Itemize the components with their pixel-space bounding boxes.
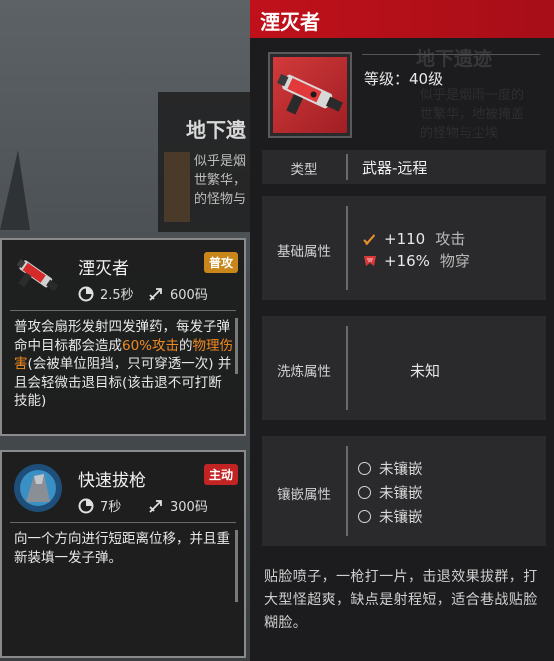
cooldown-icon	[78, 286, 94, 301]
skill-card-quick-draw[interactable]: 快速拔枪 主动 7秒 300码 向一个方向进行短距离位移，并且重新装填一发子弹。	[0, 450, 246, 658]
attack-unit: 攻击	[435, 230, 466, 248]
item-flavor-text: 贴脸喷子，一枪打一片，击退效果拔群，打大型怪超爽，缺点是射程短，适合巷战贴脸糊脸…	[264, 569, 538, 631]
refine-attr-label: 洗炼属性	[277, 364, 331, 380]
ghost-background-text: 似乎是烟雨一度的 世繁华，地被掩盖 的怪物与尘埃	[420, 86, 524, 143]
desc-text: 的	[179, 337, 193, 354]
skill-name: 快速拔枪	[78, 471, 146, 490]
skill-type-badge: 主动	[203, 464, 238, 485]
divider	[10, 310, 236, 311]
range-stat: 300码	[148, 496, 208, 515]
range-stat: 600码	[148, 284, 208, 303]
bg-line: 世繁华，	[194, 173, 247, 188]
skill-description: 普攻会扇形发射四发弹药，每发子弹命中目标都会造成60%攻击的物理伤害(会被单位阻…	[14, 318, 234, 411]
desc-highlight: 60%攻击	[122, 337, 180, 354]
background-location-text: 似乎是烟 世繁华， 的怪物与	[194, 152, 254, 209]
row-separator	[346, 326, 348, 410]
item-level: 等级：40级	[364, 70, 444, 88]
divider	[10, 522, 236, 523]
slot-label: 未镶嵌	[379, 486, 423, 502]
row-inlay-attributes: 镶嵌属性 未镶嵌 未镶嵌 未镶嵌	[262, 436, 546, 546]
cooldown-value: 2.5秒	[100, 288, 134, 303]
quick-draw-icon	[12, 462, 64, 514]
penetration-unit: 物穿	[439, 252, 470, 270]
detail-header: 湮灭者	[250, 0, 554, 38]
background-location-title: 地下遗	[186, 118, 246, 142]
slot-label: 未镶嵌	[379, 462, 423, 478]
range-icon	[149, 499, 162, 513]
weapon-icon	[273, 57, 347, 133]
bg-line: 的怪物与	[194, 192, 247, 207]
empty-slot-icon	[358, 486, 371, 499]
bg-line: 似乎是烟	[194, 154, 247, 169]
skill-type-badge: 普攻	[203, 252, 238, 273]
background-location-image	[164, 152, 190, 222]
cooldown-value: 7秒	[100, 500, 122, 515]
row-type: 类型 武器-远程	[262, 150, 546, 184]
row-refine-attributes: 洗炼属性 未知	[262, 316, 546, 420]
skill-description: 向一个方向进行短距离位移，并且重新装填一发子弹。	[14, 531, 230, 566]
skill-name: 湮灭者	[78, 259, 129, 278]
slot-label: 未镶嵌	[379, 510, 423, 526]
row-separator	[346, 206, 348, 290]
empty-slot-icon	[358, 510, 371, 523]
range-icon	[149, 287, 162, 301]
background-location-panel: 地下遗 似乎是烟 世繁华， 的怪物与	[158, 92, 258, 232]
base-attr-label: 基础属性	[277, 244, 331, 260]
desc-text: (会被单位阻挡，只可穿透一次) 并且会轻微击退目标(该击退不可打断技能)	[14, 356, 232, 409]
inlay-attr-label: 镶嵌属性	[277, 487, 331, 503]
attack-icon	[363, 233, 375, 245]
cooldown-icon	[78, 498, 94, 513]
range-value: 600码	[170, 288, 208, 303]
ghost-background-title: 地下遗迹	[416, 48, 493, 70]
ghost-line: 的怪物与尘埃	[420, 126, 499, 141]
refine-attr-value: 未知	[410, 362, 441, 380]
ghost-line: 世繁华，地被掩盖	[420, 107, 525, 122]
cooldown-stat: 7秒	[78, 496, 121, 515]
level-divider	[362, 54, 540, 55]
item-detail-panel: 湮灭者 地下遗迹 似乎是烟雨一度的 世繁华，地被掩盖 的怪物与尘埃 等级：40级…	[250, 0, 554, 661]
scrollbar[interactable]	[235, 318, 238, 374]
penetration-value: +16%	[384, 251, 430, 270]
row-separator	[346, 446, 348, 536]
inlay-slot-2[interactable]: 未镶嵌	[358, 482, 423, 503]
skill-card-annihilator[interactable]: 湮灭者 普攻 2.5秒 600码 普攻会扇形发射四发弹药，每发子弹命中目标都会造…	[0, 238, 246, 436]
empty-slot-icon	[358, 462, 371, 475]
penetration-icon	[364, 255, 376, 266]
penetration-attr: +16% 物穿	[362, 250, 470, 271]
type-label: 类型	[290, 162, 318, 178]
type-value: 武器-远程	[362, 159, 428, 177]
attack-value: +110	[384, 229, 426, 248]
inlay-slot-3[interactable]: 未镶嵌	[358, 506, 423, 527]
range-value: 300码	[170, 500, 208, 515]
cooldown-stat: 2.5秒	[78, 284, 134, 303]
attack-attr: +110 攻击	[362, 228, 465, 249]
gun-icon	[12, 250, 64, 302]
row-base-attributes: 基础属性 +110 攻击 +16% 物穿	[262, 196, 546, 300]
item-title: 湮灭者	[260, 10, 320, 34]
scene-tree	[0, 150, 30, 230]
inlay-slot-1[interactable]: 未镶嵌	[358, 458, 423, 479]
row-separator	[346, 154, 348, 180]
scrollbar[interactable]	[235, 530, 238, 602]
weapon-image-frame[interactable]	[268, 52, 352, 138]
